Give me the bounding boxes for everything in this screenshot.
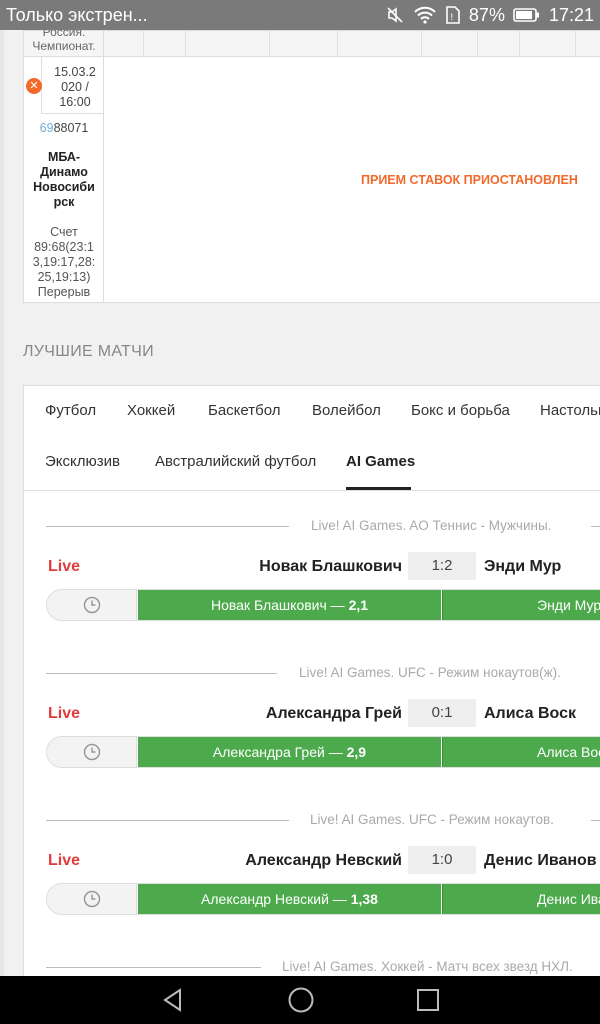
league-label: Live! AI Games. AO Теннис - Мужчины. (311, 518, 552, 533)
live-badge: Live (48, 558, 81, 575)
match-team-name[interactable]: МБА- Динамо Новосиби рск (28, 150, 100, 210)
clock-time: 17:21 (548, 4, 594, 25)
page-edge (0, 30, 4, 976)
home-player[interactable]: Александра Грей (266, 705, 402, 723)
live-badge: Live (48, 852, 81, 869)
odds-bar: Новак Блашкович — 2,1 Энди Мур (46, 589, 600, 621)
battery-percent: 87% (468, 4, 505, 25)
status-bar: Только экстрен... ! 87% 17:21 (0, 0, 600, 30)
match-date: 15.03.2 020 / 16:00 (54, 65, 96, 109)
tab-volleyball[interactable]: Волейбол (312, 402, 381, 419)
league-label: Live! AI Games. Хоккей - Матч всех звезд… (282, 959, 573, 974)
back-icon[interactable] (160, 987, 186, 1013)
odd-away-button[interactable]: Денис Иванов (442, 884, 600, 914)
odd-home-button[interactable]: Александра Грей — 2,9 (138, 737, 441, 767)
svg-text:!: ! (450, 13, 454, 23)
home-player[interactable]: Новак Блашкович (259, 558, 402, 576)
tab-football[interactable]: Футбол (45, 402, 96, 419)
clock-icon (47, 590, 137, 620)
best-matches-panel: Футбол Хоккей Баскетбол Волейбол Бокс и … (23, 385, 600, 976)
section-title: ЛУЧШИЕ МАТЧИ (23, 343, 154, 360)
tab-table-tennis[interactable]: Настольный (540, 402, 600, 419)
mute-icon (385, 5, 405, 25)
sim-icon: ! (445, 5, 461, 25)
notification-text: Только экстрен... (6, 4, 148, 25)
recents-icon[interactable] (416, 988, 440, 1012)
odd-away-button[interactable]: Энди Мур (442, 590, 600, 620)
wifi-icon (413, 5, 437, 25)
match-score-box: 1:0 (408, 846, 476, 874)
match-id: 6988071 (39, 121, 89, 135)
tab-exclusive[interactable]: Эксклюзив (45, 453, 120, 470)
match-score: Счет 89:68(23:1 3,19:17,28: 25,19:13) Пе… (32, 225, 96, 299)
home-player[interactable]: Александр Невский (245, 852, 402, 870)
cancel-icon[interactable]: ✕ (26, 78, 42, 94)
table-header-row (24, 31, 600, 57)
away-player[interactable]: Денис Иванов (484, 852, 597, 870)
odd-away-button[interactable]: Алиса Воск (442, 737, 600, 767)
tab-boxing[interactable]: Бокс и борьба (411, 402, 510, 419)
bets-suspended-label: ПРИЕМ СТАВОК ПРИОСТАНОВЛЕН (361, 173, 578, 187)
android-nav-bar (0, 976, 600, 1024)
live-match-table: Россия. Чемпионат. ✕ 15.03.2 020 / 16:00… (23, 30, 600, 303)
clock-icon (47, 737, 137, 767)
odd-home-button[interactable]: Новак Блашкович — 2,1 (138, 590, 441, 620)
sport-tabs-row-2: Эксклюзив Австралийский футбол AI Games (24, 437, 600, 487)
tab-ai-games[interactable]: AI Games (346, 453, 415, 470)
tabs-divider (24, 490, 600, 491)
league-header: Россия. Чемпионат. (32, 30, 96, 53)
web-content: Россия. Чемпионат. ✕ 15.03.2 020 / 16:00… (0, 30, 600, 976)
match-score-box: 1:2 (408, 552, 476, 580)
live-badge: Live (48, 705, 81, 722)
odd-home-button[interactable]: Александр Невский — 1,38 (138, 884, 441, 914)
sport-tabs-row-1: Футбол Хоккей Баскетбол Волейбол Бокс и … (24, 386, 600, 436)
tab-hockey[interactable]: Хоккей (127, 402, 175, 419)
home-icon[interactable] (287, 986, 315, 1014)
away-player[interactable]: Энди Мур (484, 558, 561, 576)
odds-bar: Александра Грей — 2,9 Алиса Воск (46, 736, 600, 768)
tab-basketball[interactable]: Баскетбол (208, 402, 281, 419)
clock-icon (47, 884, 137, 914)
match-score-box: 0:1 (408, 699, 476, 727)
tab-australian-football[interactable]: Австралийский футбол (155, 453, 316, 470)
league-label: Live! AI Games. UFC - Режим нокаутов. (310, 812, 554, 827)
battery-icon (513, 7, 541, 23)
away-player[interactable]: Алиса Воск (484, 705, 576, 723)
odds-bar: Александр Невский — 1,38 Денис Иванов (46, 883, 600, 915)
league-label: Live! AI Games. UFC - Режим нокаутов(ж). (299, 665, 561, 680)
